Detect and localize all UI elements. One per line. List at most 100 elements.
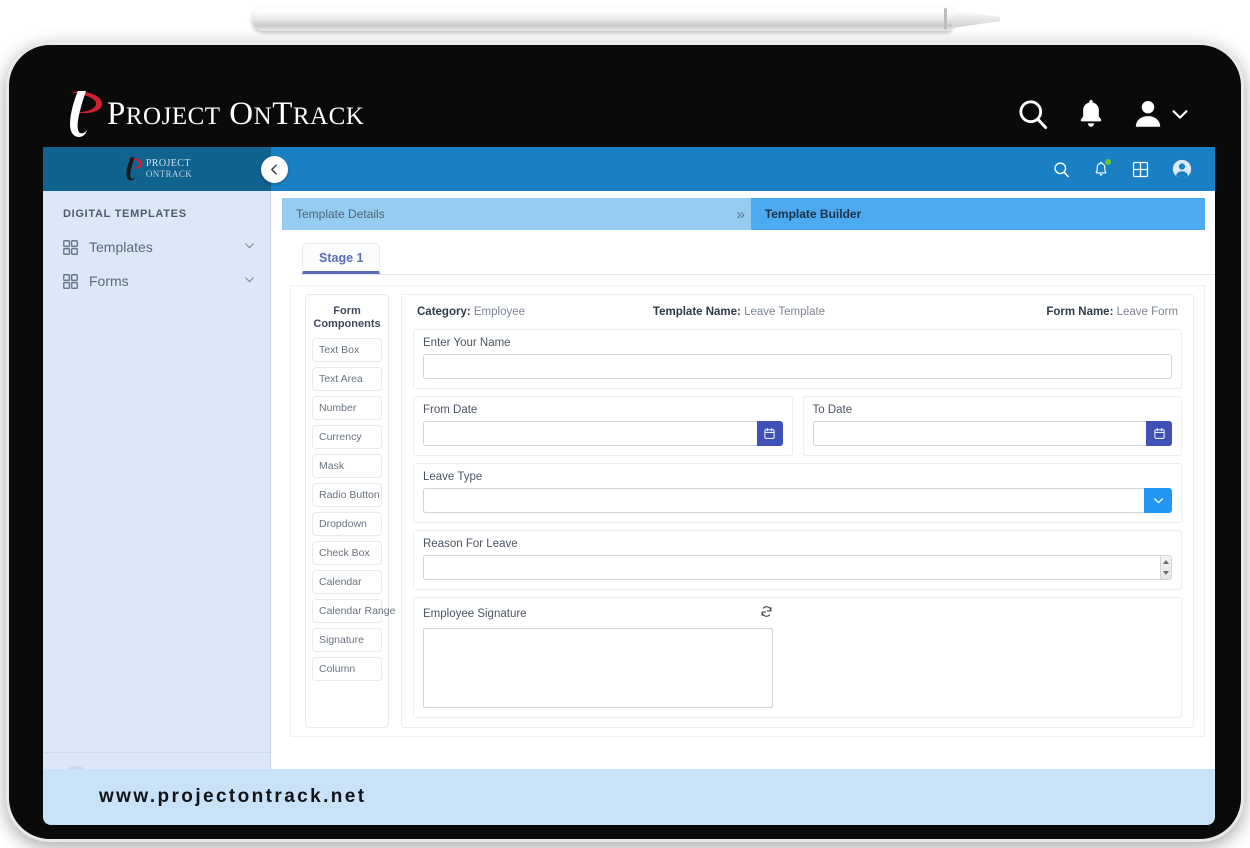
leave-type-control <box>423 488 1172 513</box>
palette-item-text-area[interactable]: Text Area <box>312 367 382 391</box>
sidebar-brand-text: PROJECT ONTRACK <box>146 158 192 180</box>
reason-resize-spinner[interactable] <box>1160 556 1171 579</box>
appbar-icon-group <box>1052 158 1215 180</box>
leave-type-dropdown-button[interactable] <box>1144 488 1172 513</box>
chevron-left-icon <box>271 164 277 175</box>
name-input[interactable] <box>423 354 1172 379</box>
spinner-up-arrow-icon <box>1163 559 1169 564</box>
from-date-calendar-button[interactable] <box>756 421 783 446</box>
meta-category: Category: Employee <box>417 306 653 318</box>
sidebar-brand-logo: PROJECT ONTRACK <box>122 156 192 182</box>
stage-tab-strip: Stage 1 <box>302 243 1215 275</box>
tablet-screen: PROJECT ONTRACK PROJECT ONTRACK DIGITAL … <box>43 81 1215 809</box>
bell-icon[interactable] <box>1075 97 1107 131</box>
project-ontrack-logo-icon <box>61 88 105 140</box>
palette-title-line1: Form <box>333 305 361 317</box>
palette-item-currency[interactable]: Currency <box>312 425 382 449</box>
user-avatar-icon[interactable] <box>1131 97 1191 131</box>
breadcrumb-arrow-icon: » <box>728 198 751 230</box>
signature-drawing-pad[interactable] <box>423 628 773 708</box>
website-url-banner: www.projectontrack.net <box>43 769 1215 825</box>
meta-category-value: Employee <box>473 306 526 318</box>
breadcrumb: Template Details » Template Builder <box>282 198 1205 230</box>
main-content-area: Template Details » Template Builder Stag… <box>272 191 1215 809</box>
calendar-icon <box>1153 427 1165 439</box>
account-circle-icon[interactable] <box>1171 158 1193 180</box>
reason-control <box>423 555 1172 580</box>
reason-label: Reason For Leave <box>423 538 518 550</box>
palette-item-text-box[interactable]: Text Box <box>312 338 382 362</box>
palette-item-dropdown[interactable]: Dropdown <box>312 512 382 536</box>
website-url-text: www.projectontrack.net <box>99 786 367 807</box>
palette-item-column[interactable]: Column <box>312 657 382 681</box>
breadcrumb-step-template-builder[interactable]: Template Builder <box>750 198 1205 230</box>
field-group-name: Enter Your Name <box>413 329 1182 389</box>
from-date-input[interactable] <box>423 421 757 446</box>
palette-item-signature[interactable]: Signature <box>312 628 382 652</box>
to-date-calendar-button[interactable] <box>1146 421 1172 446</box>
calendar-icon <box>764 427 775 439</box>
chevron-down-icon[interactable] <box>243 239 256 255</box>
palette-item-calendar[interactable]: Calendar <box>312 570 382 594</box>
chevron-down-icon <box>1153 498 1163 504</box>
left-sidebar: DIGITAL TEMPLATES Templates Forms <box>43 191 271 809</box>
leave-type-input[interactable] <box>423 488 1144 513</box>
palette-item-radio-button[interactable]: Radio Button <box>312 483 382 507</box>
top-brand-header: PROJECT ONTRACK <box>43 81 1215 147</box>
sidebar-logo-region: PROJECT ONTRACK <box>43 147 288 191</box>
palette-item-calendar-range[interactable]: Calendar Range <box>312 599 395 623</box>
palette-item-mask[interactable]: Mask <box>312 454 382 478</box>
meta-form-label: Form Name: <box>1046 306 1114 318</box>
field-group-signature: Employee Signature <box>413 597 1182 718</box>
sidebar-collapse-button[interactable] <box>261 156 288 183</box>
palette-item-check-box[interactable]: Check Box <box>312 541 382 565</box>
field-group-leave-type: Leave Type <box>413 463 1182 523</box>
sidebar-brand-line2: ONTRACK <box>145 169 193 179</box>
project-ontrack-mini-logo-icon <box>122 156 144 182</box>
search-icon[interactable] <box>1015 96 1051 132</box>
sidebar-item-label: Templates <box>89 239 153 255</box>
form-components-palette: Form Components Text Box Text Area Numbe… <box>305 294 395 728</box>
grid-icon <box>63 273 78 289</box>
brand-title: PROJECT ONTRACK <box>107 95 365 132</box>
from-date-label: From Date <box>423 404 478 416</box>
search-icon[interactable] <box>1052 160 1071 179</box>
chevron-down-icon[interactable] <box>1169 103 1191 125</box>
refresh-icon[interactable] <box>760 605 773 623</box>
palette-title-line2: Components <box>313 318 381 330</box>
spinner-down-arrow-icon <box>1163 571 1169 576</box>
to-date-input[interactable] <box>812 421 1146 446</box>
sidebar-brand-line1: PROJECT <box>145 158 191 169</box>
sidebar-item-forms[interactable]: Forms <box>43 264 270 298</box>
application-toolbar: PROJECT ONTRACK <box>43 147 1215 191</box>
tab-strip-filler <box>380 243 1215 274</box>
date-fields-row: From Date To Date <box>413 396 1182 456</box>
template-builder-panel: Form Components Text Box Text Area Numbe… <box>290 285 1205 737</box>
breadcrumb-step-template-details[interactable]: Template Details <box>282 198 729 230</box>
field-group-from-date: From Date <box>413 396 793 456</box>
meta-category-label: Category: <box>417 306 471 318</box>
name-field-label: Enter Your Name <box>423 337 511 349</box>
header-icon-group <box>1015 96 1191 132</box>
reason-input[interactable] <box>423 555 1172 580</box>
palette-item-number[interactable]: Number <box>312 396 382 420</box>
tab-stage-1[interactable]: Stage 1 <box>302 243 381 274</box>
apps-grid-icon[interactable] <box>1131 160 1150 179</box>
sidebar-item-templates[interactable]: Templates <box>43 230 270 264</box>
grid-icon <box>63 239 78 255</box>
to-date-control <box>812 421 1172 446</box>
bell-icon[interactable] <box>1092 158 1111 179</box>
form-meta-row: Category: Employee Template Name: Leave … <box>413 304 1182 322</box>
signature-label: Employee Signature <box>423 608 527 620</box>
stylus-seam <box>944 8 947 30</box>
meta-form-value: Leave Form <box>1116 306 1178 318</box>
chevron-down-icon[interactable] <box>243 273 256 289</box>
sidebar-section-title: DIGITAL TEMPLATES <box>63 208 187 220</box>
field-group-to-date: To Date <box>802 396 1182 456</box>
sidebar-item-label: Forms <box>89 273 129 289</box>
notification-badge <box>1105 158 1111 165</box>
brand-logo: PROJECT ONTRACK <box>61 88 364 140</box>
leave-type-label: Leave Type <box>423 471 483 483</box>
field-group-reason: Reason For Leave <box>413 530 1182 590</box>
